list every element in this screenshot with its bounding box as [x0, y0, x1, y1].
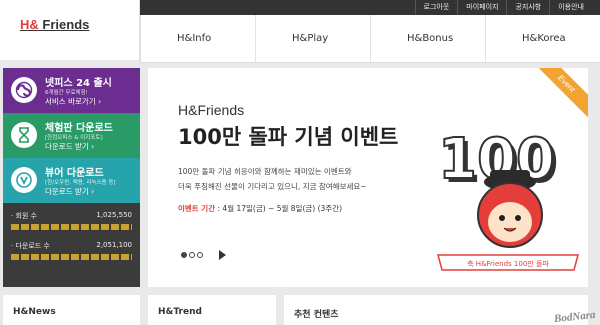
site-logo[interactable]: H& Friends: [20, 17, 89, 32]
logo-text: Friends: [42, 17, 90, 32]
desc-line-2: 더욱 푸짐해진 선물이 기다리고 있으니, 지금 참여해보세요~: [178, 182, 367, 191]
stat-value: 2,051,100: [96, 241, 132, 249]
guide-link[interactable]: 이용안내: [549, 0, 592, 15]
card-subtitle: [한컴오피스 & 이지포토]: [45, 135, 103, 141]
viewer-icon: [11, 167, 37, 193]
viewer-download-card[interactable]: 뷰어 다운로드 [한/오우윈, 맥용, 리눅스용 등] 다운로드 받기 ›: [3, 158, 140, 203]
logo-area: H& Friends: [0, 0, 140, 60]
main-nav: H&Info H&Play H&Bonus H&Korea: [140, 15, 600, 63]
slide-dot-1[interactable]: [181, 252, 187, 258]
play-icon[interactable]: [219, 250, 226, 260]
slide-controls: [181, 250, 226, 260]
slide-dot-3[interactable]: [197, 252, 203, 258]
stats-panel: · 회원 수 1,025,550 · 다운로드 수 2,051,100: [3, 203, 140, 287]
nav-bonus[interactable]: H&Bonus: [370, 15, 485, 62]
art-ribbon-text: 축 H&Friends 100만 돌파: [467, 259, 549, 268]
event-banner[interactable]: Event H&Friends 100만 돌파 기념 이벤트 100만 돌파 기…: [148, 68, 588, 287]
nav-korea[interactable]: H&Korea: [485, 15, 600, 62]
card-title: 뷰어 다운로드: [45, 168, 104, 179]
panel-title[interactable]: H&News: [13, 307, 56, 317]
card-link[interactable]: 다운로드 받기 ›: [45, 186, 94, 197]
card-title: 넷피스 24 출시: [45, 78, 112, 89]
stat-label: · 회원 수: [11, 212, 37, 220]
stat-value: 1,025,550: [96, 211, 132, 219]
member-meter: [11, 224, 132, 230]
logo-mark: H&: [20, 17, 39, 32]
nav-play[interactable]: H&Play: [255, 15, 370, 62]
slide-dot-2[interactable]: [189, 252, 195, 258]
card-link[interactable]: 서비스 바로가기 ›: [45, 96, 101, 107]
banner-headline: 100만 돌파 기념 이벤트: [178, 125, 399, 149]
panel-trend: H&Trend: [148, 295, 276, 325]
card-subtitle: 6개월간 무료체험!: [45, 90, 88, 96]
logout-link[interactable]: 로그아웃: [414, 0, 458, 15]
event-tag: Event: [524, 68, 588, 126]
download-meter: [11, 254, 132, 260]
mypage-link[interactable]: 마이페이지: [457, 0, 506, 15]
netffice-card[interactable]: 넷피스 24 출시 6개월간 무료체험! 서비스 바로가기 ›: [3, 68, 140, 113]
panel-title[interactable]: H&Trend: [158, 307, 202, 317]
mascot-illustration: 100 100 축 H&Friends 100만 돌파: [437, 126, 579, 271]
netffice-icon: [11, 77, 37, 103]
nav-info[interactable]: H&Info: [140, 15, 255, 62]
stat-label: · 다운로드 수: [11, 242, 50, 250]
panel-title[interactable]: 추천 컨텐츠: [294, 310, 339, 320]
card-link[interactable]: 다운로드 받기 ›: [45, 141, 94, 152]
utility-nav: 로그아웃 마이페이지 공지사항 이용안내: [414, 0, 593, 15]
notice-link[interactable]: 공지사항: [506, 0, 549, 15]
download-count: · 다운로드 수 2,051,100: [11, 241, 132, 251]
card-subtitle: [한/오우윈, 맥용, 리눅스용 등]: [45, 180, 116, 186]
event-period: 이벤트 기간 : 4월 17일(금) ~ 5월 8일(금) (3주간): [178, 203, 342, 214]
panel-recommended: 추천 컨텐츠: [284, 295, 588, 325]
member-count: · 회원 수 1,025,550: [11, 211, 132, 221]
banner-description: 100만 돌파 기념 히응이와 함께하는 재미있는 이벤트와 더욱 푸짐해진 선…: [178, 164, 438, 194]
period-label: 이벤트 기간: [178, 204, 216, 213]
banner-brand: H&Friends: [178, 102, 245, 118]
sidebar: 넷피스 24 출시 6개월간 무료체험! 서비스 바로가기 › 체험판 다운로드…: [3, 68, 140, 287]
hourglass-icon: [11, 122, 37, 148]
trial-download-card[interactable]: 체험판 다운로드 [한컴오피스 & 이지포토] 다운로드 받기 ›: [3, 113, 140, 158]
panel-news: H&News: [3, 295, 140, 325]
desc-line-1: 100만 돌파 기념 히응이와 함께하는 재미있는 이벤트와: [178, 167, 352, 176]
card-title: 체험판 다운로드: [45, 123, 113, 134]
period-value: : 4월 17일(금) ~ 5월 8일(금) (3주간): [217, 204, 343, 213]
